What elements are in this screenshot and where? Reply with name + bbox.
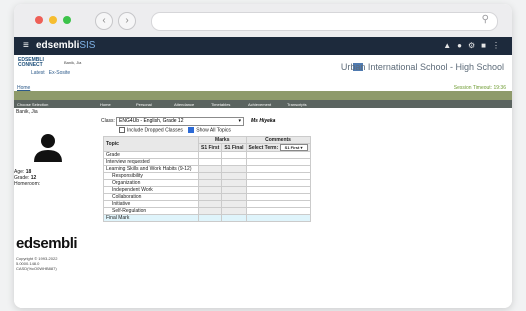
- forward-button[interactable]: ›: [118, 12, 136, 30]
- table-row: Organization: [103, 179, 311, 187]
- maximize-window-button[interactable]: [63, 16, 71, 24]
- comments-header: Comments: [245, 136, 311, 144]
- tabs-bar: Choose Selection Home Personal Attendanc…: [14, 100, 512, 108]
- olive-divider: [14, 91, 512, 100]
- student-info: Age: 18 Grade: 12 Homeroom:: [14, 169, 41, 187]
- school-name: Urban International School - High School: [340, 62, 504, 72]
- back-button[interactable]: ‹: [95, 12, 113, 30]
- school-header: EDSEMBLI CONNECT Banik, Jia Latest Ex-So…: [14, 55, 512, 85]
- tab-home[interactable]: Home: [100, 102, 111, 107]
- table-row: Responsibility: [103, 172, 311, 180]
- table-row: Interview requested: [103, 158, 311, 166]
- class-dropdown[interactable]: ENG4Ub - English, Grade 12 ▾: [116, 117, 244, 126]
- marks-table: Topic Marks Comments S1 First S1 Final S…: [103, 136, 311, 222]
- tab-timetables[interactable]: Timetables: [211, 102, 230, 107]
- table-row: Self-Regulation: [103, 207, 311, 215]
- tab-attendance[interactable]: Attendance: [174, 102, 194, 107]
- header-links[interactable]: Latest Ex-Sosite: [31, 70, 70, 76]
- student-name: Banik, Jia: [16, 109, 38, 115]
- marks-header: Marks: [198, 136, 247, 144]
- s1-first-header: S1 First: [197, 143, 223, 152]
- table-row: Collaboration: [103, 193, 311, 201]
- table-row: Learning Skills and Work Habits (9-12): [103, 165, 311, 173]
- connect-logo: EDSEMBLI CONNECT: [18, 57, 44, 68]
- close-window-button[interactable]: [35, 16, 43, 24]
- show-all-topics-checkbox[interactable]: [188, 127, 195, 133]
- term-dropdown[interactable]: S1 First ▾: [279, 144, 308, 151]
- class-label: Class:: [101, 118, 115, 124]
- browser-toolbar: ‹ › ⚲: [14, 4, 512, 37]
- tab-personal[interactable]: Personal: [136, 102, 152, 107]
- menu-icon[interactable]: ≡: [23, 41, 29, 51]
- search-icon: ⚲: [481, 14, 489, 25]
- avatar-icon: [34, 134, 62, 162]
- minimize-window-button[interactable]: [49, 16, 57, 24]
- table-row: Initiative: [103, 200, 311, 208]
- edsembli-logo: edsembli: [16, 235, 78, 252]
- table-row: Final Mark: [103, 214, 311, 222]
- marks-panel: Class: ENG4Ub - English, Grade 12 ▾ Ms Hi…: [94, 108, 512, 308]
- include-dropped-checkbox[interactable]: [119, 127, 125, 133]
- teacher-name: Ms Hiyeka: [251, 118, 276, 124]
- tab-achievement[interactable]: Achievement: [248, 102, 271, 107]
- student-sidebar: Banik, Jia Age: 18 Grade: 12 Homeroom: e…: [14, 108, 94, 308]
- select-term-header: Select Term: S1 First ▾: [245, 143, 311, 152]
- tab-choose-selection[interactable]: Choose Selection: [17, 102, 48, 107]
- app-header: ≡ edsembliSIS ▲●⚙■⋮: [14, 37, 512, 55]
- browser-window: ‹ › ⚲ ≡ edsembliSIS ▲●⚙■⋮ EDSEMBLI CONNE…: [14, 4, 512, 308]
- address-bar[interactable]: ⚲: [151, 12, 498, 31]
- header-student-name: Banik, Jia: [64, 60, 82, 65]
- table-row: Independent Work: [103, 186, 311, 194]
- table-row: Grade: [103, 151, 311, 159]
- filter-options: Include Dropped Classes Show All Topics: [119, 127, 231, 133]
- tab-transcripts[interactable]: Transcripts: [287, 102, 307, 107]
- brand-logo: edsembliSIS: [36, 40, 96, 51]
- s1-final-header: S1 Final: [221, 143, 247, 152]
- copyright-info: Copyright © 1993-2022 5.0000.148.0 CASD(…: [16, 256, 58, 271]
- topic-header: Topic: [103, 136, 199, 152]
- header-icons[interactable]: ▲●⚙■⋮: [443, 41, 506, 50]
